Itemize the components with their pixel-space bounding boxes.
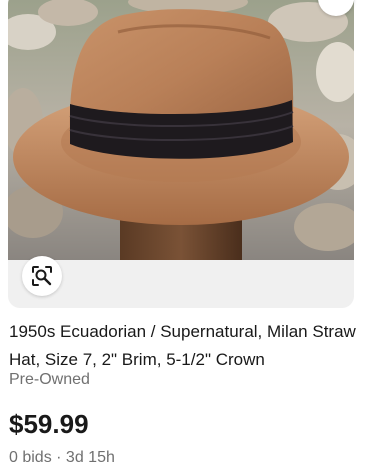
time-left: 3d 15h [65, 449, 115, 466]
listing-photo[interactable] [8, 0, 354, 260]
listing-image-container[interactable] [8, 0, 354, 308]
meta-separator: · [51, 449, 66, 466]
listing-card[interactable]: 1950s Ecuadorian / Supernatural, Milan S… [0, 0, 366, 472]
visual-search-button[interactable] [22, 256, 62, 296]
visual-search-icon [32, 266, 52, 286]
listing-price: $59.99 [9, 409, 89, 439]
listing-condition: Pre-Owned [9, 371, 90, 388]
listing-title[interactable]: 1950s Ecuadorian / Supernatural, Milan S… [9, 318, 359, 374]
listing-meta: 0 bids · 3d 15h [9, 448, 115, 468]
bid-count: 0 bids [9, 449, 52, 466]
